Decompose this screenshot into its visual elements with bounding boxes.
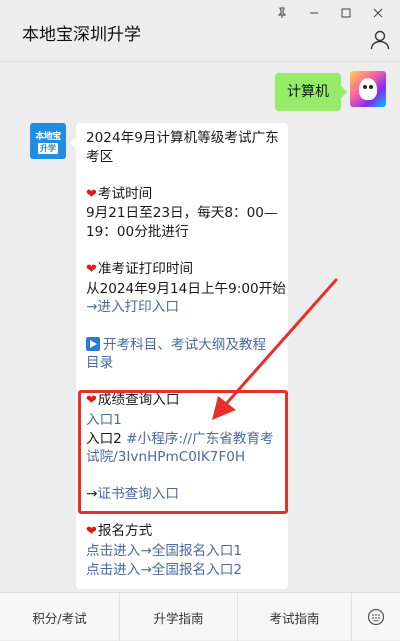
incoming-bubble[interactable]: 2024年9月计算机等级考试广东 考区 ❤考试时间 9月21日至23日，每天8：… xyxy=(70,123,288,590)
heart-icon: ❤ xyxy=(86,262,97,278)
exam-time-section: ❤考试时间 9月21日至23日，每天8：00— 19：00分批进行 xyxy=(86,185,278,242)
registration-link-2[interactable]: 点击进入→全国报名入口2 xyxy=(86,561,278,580)
print-entry-link[interactable]: →进入打印入口 xyxy=(86,298,278,317)
bot-avatar-badge: 升学 xyxy=(38,143,58,154)
incoming-message: 本地宝 升学 2024年9月计算机等级考试广东 考区 ❤考试时间 9月21日至2… xyxy=(30,123,288,590)
exam-time-heading: 考试时间 xyxy=(97,185,153,202)
registration-link-1[interactable]: 点击进入→全国报名入口1 xyxy=(86,542,278,561)
message-title: 2024年9月计算机等级考试广东 考区 xyxy=(86,129,279,166)
score-entry-1-link[interactable]: 入口1 xyxy=(86,411,278,430)
chat-window: 本地宝深圳升学 计算机 本地宝 升学 2024年9月计算机等级考试广东 考区 ❤… xyxy=(0,0,400,641)
subjects-link[interactable]: 开考科目、考试大纲及教程 xyxy=(86,336,278,355)
title-line: 考区 xyxy=(86,148,114,165)
maximize-icon[interactable] xyxy=(330,4,362,22)
pin-icon[interactable] xyxy=(266,4,298,22)
keyboard-icon[interactable] xyxy=(352,593,400,641)
admission-print-heading: 准考证打印时间 xyxy=(97,261,194,278)
registration-heading: 报名方式 xyxy=(97,523,153,540)
bot-avatar[interactable]: 本地宝 升学 xyxy=(30,123,66,159)
outgoing-message: 计算机 xyxy=(275,71,386,111)
miniprogram-link[interactable]: #小程序://广东省教育考 xyxy=(126,431,273,447)
menu-item-points-exam[interactable]: 积分/考试 xyxy=(0,593,120,641)
menu-item-admission-guide[interactable]: 升学指南 xyxy=(120,593,238,641)
subjects-link-text[interactable]: 开考科目、考试大纲及教程 xyxy=(103,337,266,353)
exam-time-text: 9月21日至23日，每天8：00— xyxy=(86,205,278,222)
heart-icon: ❤ xyxy=(86,393,97,409)
title-line: 2024年9月计算机等级考试广东 xyxy=(86,130,279,146)
miniprogram-link[interactable]: 试院/3IvnHPmC0IK7F0H xyxy=(86,448,278,467)
heart-icon: ❤ xyxy=(86,186,97,202)
bot-avatar-text: 本地宝 xyxy=(35,132,61,142)
score-query-section: ❤成绩查询入口 入口1 入口2 #小程序://广东省教育考 试院/3IvnHPm… xyxy=(86,391,278,504)
chat-header: 本地宝深圳升学 xyxy=(0,0,400,62)
certificate-query-link[interactable]: →证书查询入口 xyxy=(86,486,179,502)
admission-print-text: 从2024年9月14日上午9:00开始 xyxy=(86,280,286,297)
chat-title: 本地宝深圳升学 xyxy=(22,25,141,45)
play-icon xyxy=(86,336,100,351)
heart-icon: ❤ xyxy=(86,524,97,540)
registration-section: ❤报名方式 点击进入→全国报名入口1 点击进入→全国报名入口2 xyxy=(86,522,278,579)
profile-icon[interactable] xyxy=(368,28,392,52)
subjects-section: 开考科目、考试大纲及教程 目录 xyxy=(86,336,278,373)
outgoing-bubble[interactable]: 计算机 xyxy=(275,73,347,111)
score-query-heading: 成绩查询入口 xyxy=(97,392,180,409)
bottom-menu: 积分/考试 升学指南 考试指南 xyxy=(0,592,400,641)
score-entry-2-label: 入口2 xyxy=(86,430,127,447)
exam-time-text: 19：00分批进行 xyxy=(86,223,189,240)
menu-item-exam-guide[interactable]: 考试指南 xyxy=(238,593,352,641)
subjects-link-text[interactable]: 目录 xyxy=(86,354,278,373)
minimize-icon[interactable] xyxy=(298,4,330,22)
close-icon[interactable] xyxy=(362,4,394,22)
window-controls xyxy=(266,4,394,22)
admission-print-section: ❤准考证打印时间 从2024年9月14日上午9:00开始 →进入打印入口 xyxy=(86,260,286,317)
chat-area[interactable]: 计算机 本地宝 升学 2024年9月计算机等级考试广东 考区 ❤考试时间 9月2… xyxy=(0,63,400,591)
user-avatar[interactable] xyxy=(350,71,386,107)
